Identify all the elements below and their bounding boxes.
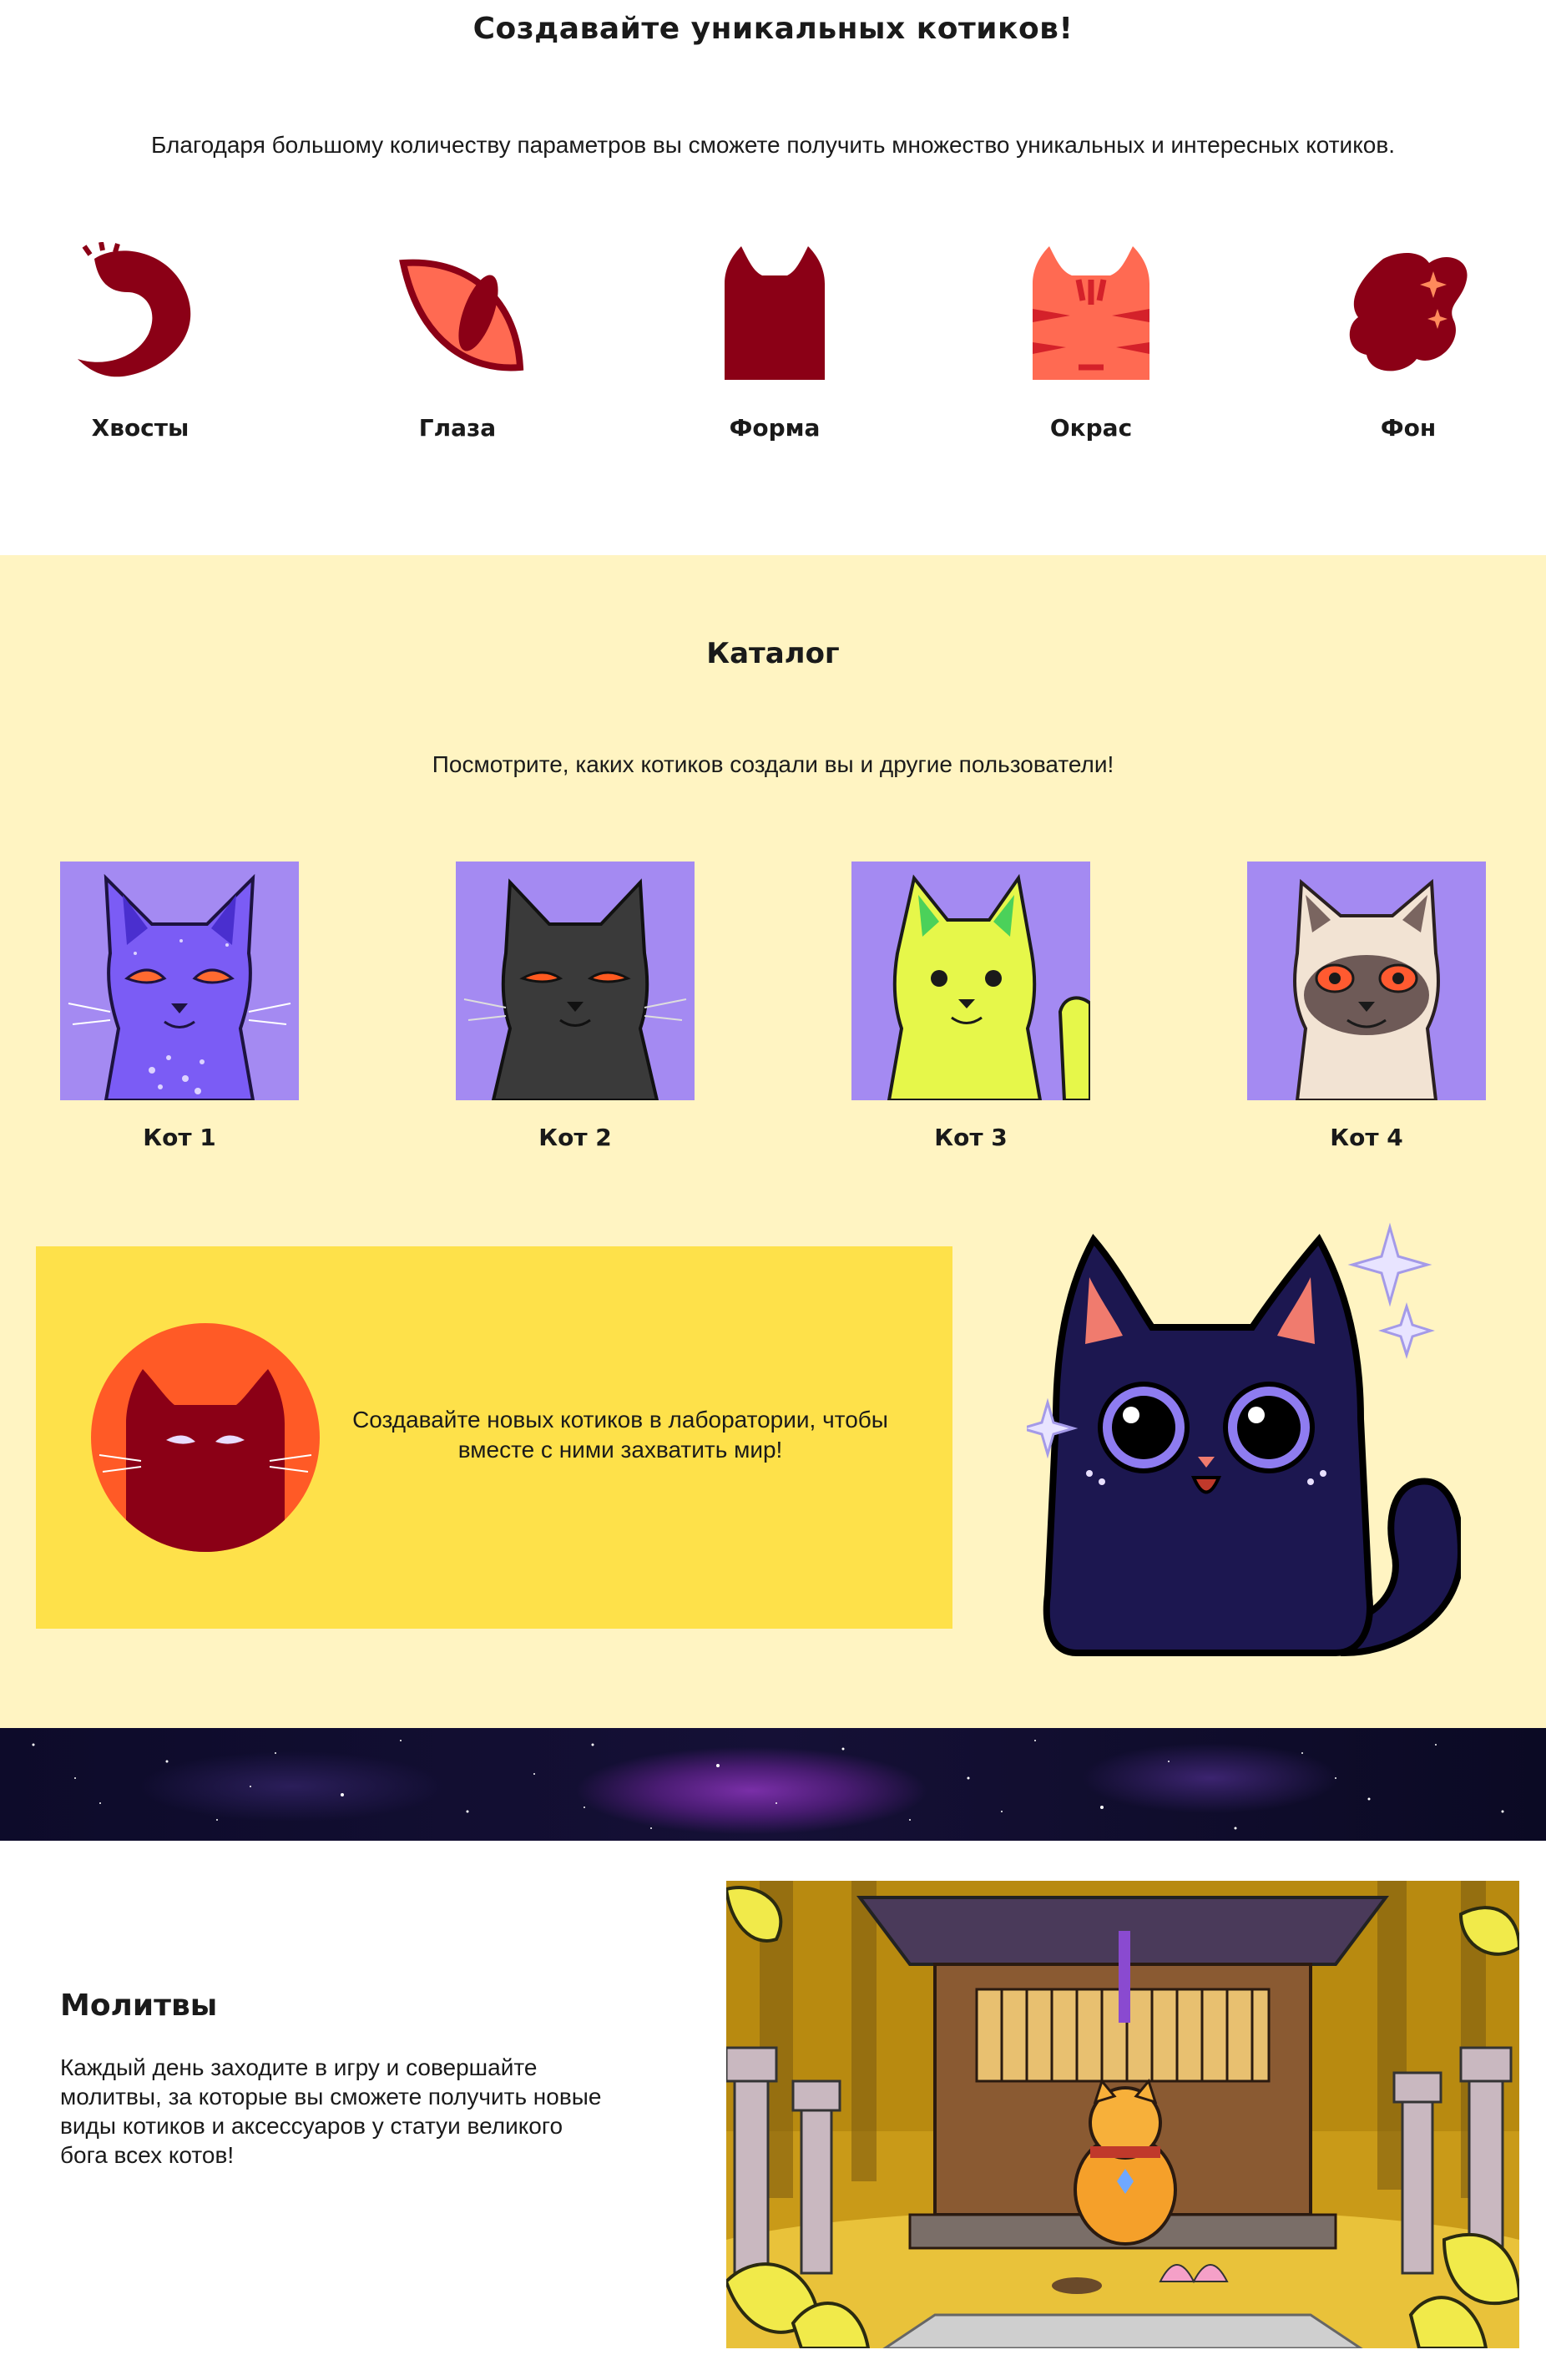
tail-icon bbox=[78, 242, 191, 377]
card-label: Кот 3 bbox=[934, 1124, 1008, 1151]
feature-label: Окрас bbox=[1049, 414, 1133, 442]
cat-color-icon bbox=[1033, 246, 1149, 380]
cat-portrait-2 bbox=[456, 862, 695, 1100]
feature-background: Фон bbox=[1291, 242, 1525, 442]
catalog-title: Каталог bbox=[706, 637, 840, 670]
catalog-card-2[interactable]: Кот 2 bbox=[456, 862, 695, 1151]
feature-shape: Форма bbox=[658, 242, 892, 442]
card-label: Кот 4 bbox=[1330, 1124, 1403, 1151]
card-label: Кот 1 bbox=[143, 1124, 216, 1151]
catalog-card-4[interactable]: Кот 4 bbox=[1247, 862, 1486, 1151]
features-title: Создавайте уникальных котиков! bbox=[472, 12, 1074, 46]
catalog-section: Каталог Посмотрите, каких котиков создал… bbox=[0, 555, 1546, 1728]
promo-text: Создавайте новых котиков в лаборатории, … bbox=[352, 1407, 888, 1463]
cat-portrait-4 bbox=[1247, 862, 1486, 1100]
cat-portrait-1 bbox=[60, 862, 299, 1100]
feature-label: Фон bbox=[1380, 414, 1437, 442]
prayers-title: Молитвы bbox=[60, 1988, 218, 2023]
feature-color: Окрас bbox=[974, 242, 1208, 442]
cat-shape-icon bbox=[725, 246, 825, 380]
cat-portrait-3 bbox=[851, 862, 1090, 1100]
eye-icon bbox=[399, 259, 524, 371]
background-icon bbox=[1349, 253, 1468, 371]
prayers-section: Молитвы Каждый день заходите в игру и со… bbox=[0, 1841, 1546, 2380]
features-section: Создавайте уникальных котиков! Благодаря… bbox=[0, 0, 1546, 555]
prayers-text: Каждый день заходите в игру и совершайте… bbox=[60, 2054, 602, 2168]
laboratory-promo[interactable]: Создавайте новых котиков в лаборатории, … bbox=[36, 1246, 952, 1629]
temple-illustration bbox=[726, 1881, 1519, 2348]
space-banner bbox=[0, 1728, 1546, 1841]
feature-eyes: Глаза bbox=[341, 242, 574, 442]
feature-label: Хвосты bbox=[91, 414, 189, 442]
features-lead: Благодаря большому количеству параметров… bbox=[151, 132, 1395, 158]
laboratory-cat-icon bbox=[91, 1323, 320, 1552]
feature-label: Форма bbox=[729, 414, 821, 442]
stars-decoration bbox=[32, 1740, 1504, 1830]
feature-tails: Хвосты bbox=[23, 242, 257, 442]
catalog-card-1[interactable]: Кот 1 bbox=[60, 862, 299, 1151]
feature-label: Глаза bbox=[418, 414, 497, 442]
catalog-lead: Посмотрите, каких котиков создали вы и д… bbox=[432, 751, 1114, 777]
catalog-card-3[interactable]: Кот 3 bbox=[851, 862, 1090, 1151]
card-label: Кот 2 bbox=[538, 1124, 612, 1151]
black-cat-illustration bbox=[1027, 1222, 1461, 1657]
